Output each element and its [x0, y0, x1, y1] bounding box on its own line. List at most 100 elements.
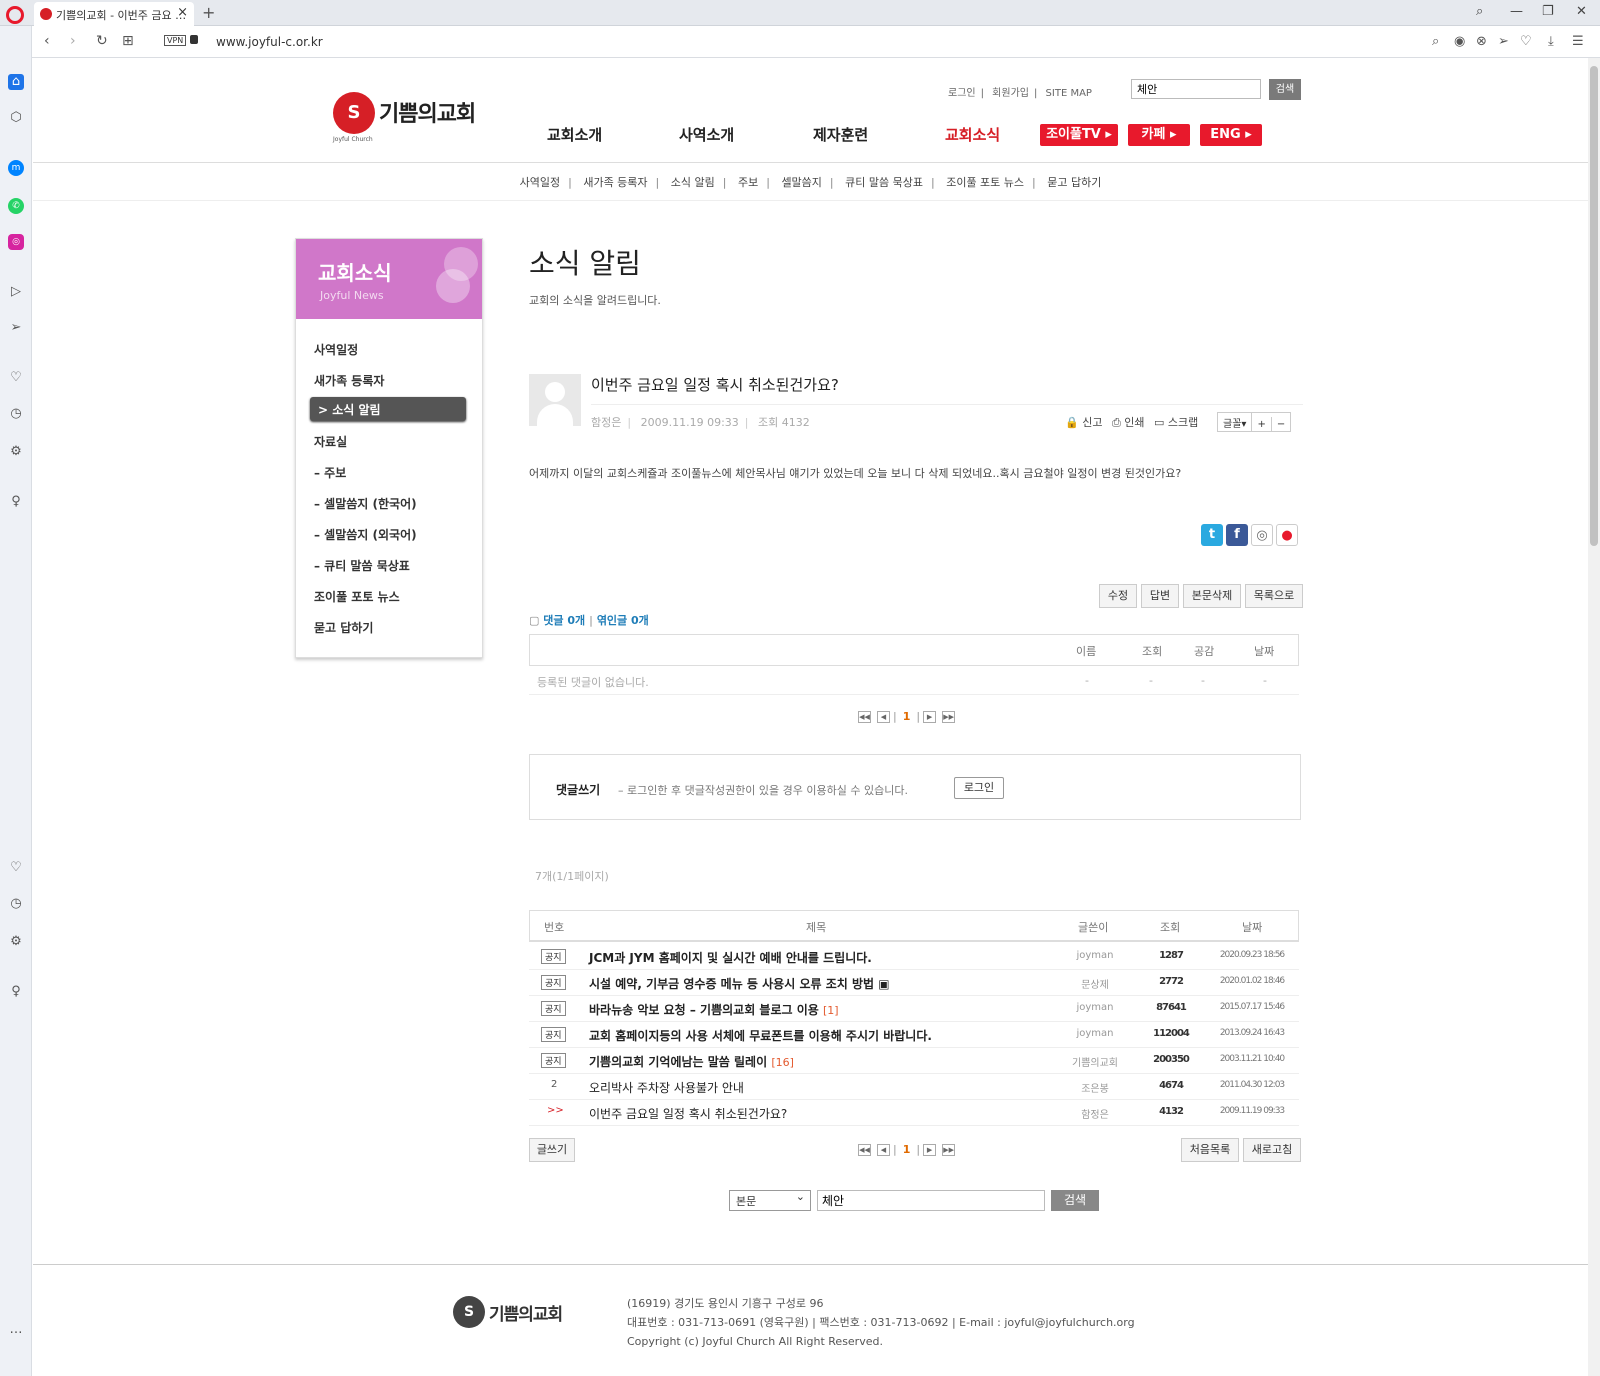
bulb-icon[interactable]: ♀ [8, 984, 24, 1000]
download-icon[interactable]: ⤓ [1548, 34, 1554, 49]
print-button[interactable]: 인쇄 [1124, 416, 1144, 429]
url-field[interactable]: www.joyful-c.or.kr [216, 35, 323, 49]
font-plus-button[interactable]: + [1252, 417, 1272, 432]
lnb-item[interactable]: 셀말씀지 [781, 176, 821, 189]
adblock-icon[interactable]: ⊗ [1476, 34, 1487, 49]
write-button[interactable]: 글쓰기 [529, 1138, 575, 1162]
scrap-button[interactable]: 스크랩 [1168, 416, 1198, 429]
close-tab-icon[interactable]: × [177, 5, 188, 20]
side-item-qt[interactable]: – 큐티 말씀 묵상표 [314, 557, 410, 574]
search-button[interactable]: 검색 [1051, 1190, 1099, 1211]
facebook-icon[interactable]: f [1226, 524, 1248, 546]
side-item-photo-news[interactable]: 조이풀 포토 뉴스 [314, 588, 400, 605]
first-list-button[interactable]: 처음목록 [1181, 1138, 1239, 1162]
bulb-icon[interactable]: ♀ [8, 494, 24, 510]
zoom-icon[interactable]: ⌕ [1432, 34, 1439, 49]
instagram-icon[interactable]: ◎ [8, 234, 24, 250]
trackback-count-label[interactable]: 엮인글 0개 [597, 614, 649, 627]
row-author[interactable]: 기쁨의교회 [1065, 1054, 1125, 1069]
lnb-item[interactable]: 사역일정 [520, 176, 560, 189]
clock-icon[interactable]: ◷ [8, 896, 24, 912]
comment-login-button[interactable]: 로그인 [954, 777, 1004, 799]
table-row[interactable]: 공지 기쁨의교회 기억에남는 말씀 릴레이 [16] 기쁨의교회 200350 … [529, 1048, 1299, 1074]
row-subject[interactable]: JCM과 JYM 홈페이지 및 실시간 예배 안내를 드립니다. [589, 949, 872, 966]
comment-count-label[interactable]: 댓글 0개 [543, 614, 585, 627]
search-tabs-icon[interactable]: ⌕ [1476, 4, 1483, 19]
search-type-select[interactable]: 본문 [729, 1190, 811, 1211]
side-item-schedule[interactable]: 사역일정 [314, 341, 358, 358]
gear-icon[interactable]: ⚙ [8, 934, 24, 950]
row-author[interactable]: 문상제 [1065, 976, 1125, 991]
joyful-tv-button[interactable]: 조이풀TV ▸ [1040, 124, 1118, 146]
next-page-icon[interactable]: ▶ [923, 1144, 937, 1156]
me2day-icon[interactable]: ◎ [1251, 524, 1273, 546]
heart-icon[interactable]: ♡ [1520, 34, 1532, 49]
opera-logo-icon[interactable] [6, 6, 24, 24]
next-page-icon[interactable]: ▶ [923, 711, 937, 723]
font-minus-button[interactable]: − [1272, 417, 1290, 432]
row-author[interactable]: joyman [1065, 1028, 1125, 1039]
top-search-input[interactable] [1131, 79, 1261, 99]
side-item-newcomers[interactable]: 새가족 등록자 [314, 372, 384, 389]
twitter-icon[interactable]: t [1201, 524, 1223, 546]
edit-button[interactable]: 수정 [1099, 584, 1137, 608]
speed-dial-icon[interactable]: ⊞ [122, 33, 134, 49]
browser-tab[interactable]: 기쁨의교회 - 이번주 금요 … × [34, 2, 194, 26]
first-page-icon[interactable]: ◀◀ [858, 711, 871, 723]
last-page-icon[interactable]: ▶▶ [942, 1144, 956, 1156]
send-icon[interactable]: ➢ [8, 320, 24, 336]
sitemap-link[interactable]: SITE MAP [1046, 88, 1092, 99]
table-row[interactable]: >> 이번주 금요일 일정 혹시 취소된건가요? 함정은 4132 2009.1… [529, 1100, 1299, 1126]
row-subject[interactable]: 오리박사 주차장 사용불가 안내 [589, 1079, 744, 1096]
home-icon[interactable]: ⌂ [8, 74, 24, 90]
gear-icon[interactable]: ⚙ [8, 444, 24, 460]
current-page[interactable]: 1 [903, 1143, 911, 1156]
row-author[interactable]: 함정은 [1065, 1106, 1125, 1121]
row-subject[interactable]: 교회 홈페이지등의 사용 서체에 무료폰트를 이용해 주시기 바랍니다. [589, 1027, 932, 1044]
row-author[interactable]: joyman [1065, 1002, 1125, 1013]
cafe-button[interactable]: 카페 ▸ [1128, 124, 1190, 146]
window-close-icon[interactable]: ✕ [1576, 4, 1587, 19]
heart-icon[interactable]: ♡ [8, 370, 24, 386]
current-page[interactable]: 1 [903, 710, 911, 723]
side-item-cell-foreign[interactable]: – 셀말씀지 (외국어) [314, 526, 417, 543]
side-item-cell-korean[interactable]: – 셀말씀지 (한국어) [314, 495, 417, 512]
gnb-church-intro[interactable]: 교회소개 [547, 124, 602, 145]
side-item-archive[interactable]: 자료실 [314, 433, 347, 450]
forward-icon[interactable]: › [70, 33, 76, 49]
post-author[interactable]: 함정은 [591, 416, 621, 429]
scrollbar-thumb[interactable] [1590, 66, 1598, 546]
eng-button[interactable]: ENG ▸ [1200, 124, 1262, 146]
lnb-item[interactable]: 조이풀 포토 뉴스 [946, 176, 1024, 189]
prev-page-icon[interactable]: ◀ [877, 711, 890, 723]
lnb-item[interactable]: 묻고 답하기 [1047, 176, 1101, 189]
scrollbar[interactable] [1588, 58, 1600, 1376]
prev-page-icon[interactable]: ◀ [877, 1144, 890, 1156]
last-page-icon[interactable]: ▶▶ [942, 711, 956, 723]
clock-icon[interactable]: ◷ [8, 406, 24, 422]
lnb-item[interactable]: 소식 알림 [671, 176, 715, 189]
login-link[interactable]: 로그인 [948, 88, 976, 99]
player-icon[interactable]: ▷ [8, 284, 24, 300]
menu-icon[interactable]: ☰ [1572, 34, 1584, 49]
table-row[interactable]: 2 오리박사 주차장 사용불가 안내 조은봉 4674 2011.04.30 1… [529, 1074, 1299, 1100]
minimize-icon[interactable]: — [1510, 4, 1523, 19]
row-author[interactable]: 조은봉 [1065, 1080, 1125, 1095]
row-subject[interactable]: 시설 예약, 기부금 영수증 메뉴 등 사용시 오류 조치 방법 ▣ [589, 975, 890, 992]
side-item-news[interactable]: > 소식 알림 [310, 397, 466, 421]
row-subject[interactable]: 이번주 금요일 일정 혹시 취소된건가요? [589, 1105, 787, 1122]
join-link[interactable]: 회원가입 [992, 88, 1029, 99]
lnb-item[interactable]: 새가족 등록자 [583, 176, 647, 189]
report-button[interactable]: 신고 [1082, 416, 1102, 429]
to-list-button[interactable]: 목록으로 [1245, 584, 1303, 608]
side-item-qna[interactable]: 묻고 답하기 [314, 619, 373, 636]
side-item-bulletin[interactable]: – 주보 [314, 464, 346, 481]
lnb-item[interactable]: 주보 [738, 176, 758, 189]
row-author[interactable]: joyman [1065, 950, 1125, 961]
delete-button[interactable]: 본문삭제 [1183, 584, 1241, 608]
lnb-item[interactable]: 큐티 말씀 묵상표 [845, 176, 923, 189]
more-icon[interactable]: … [8, 1322, 24, 1338]
font-select-button[interactable]: 글꼴▾ [1218, 413, 1253, 432]
yozm-icon[interactable]: ● [1276, 524, 1298, 546]
reload-icon[interactable]: ↻ [96, 33, 108, 49]
